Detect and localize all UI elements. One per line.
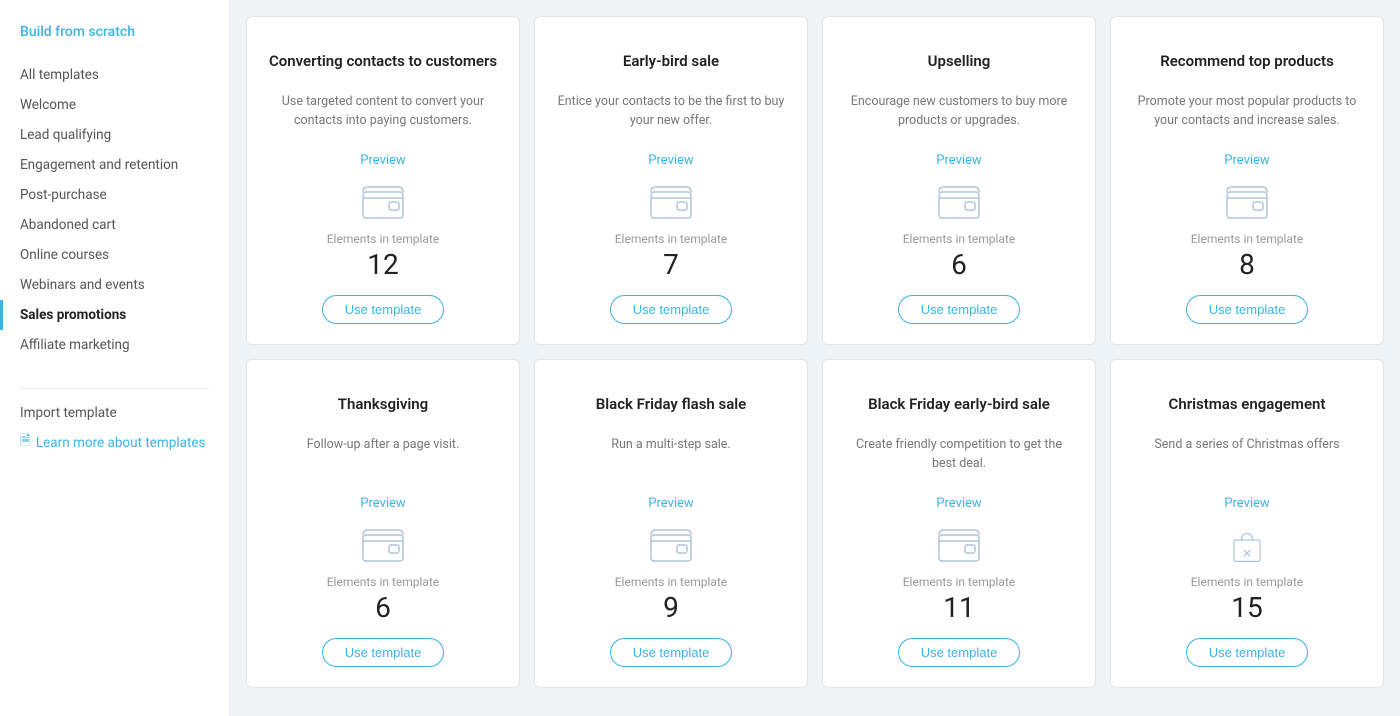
card-preview-link[interactable]: Preview <box>936 153 981 168</box>
card-elements-count: 6 <box>375 591 391 624</box>
card-preview-link[interactable]: Preview <box>1224 496 1269 511</box>
sidebar-nav-item[interactable]: Webinars and events <box>20 270 209 300</box>
card-title: Christmas engagement <box>1169 384 1326 426</box>
card-description: Follow-up after a page visit. <box>307 436 460 486</box>
card-elements-count: 9 <box>663 591 679 624</box>
sidebar-nav-item[interactable]: Abandoned cart <box>20 210 209 240</box>
use-template-button[interactable]: Use template <box>1186 295 1309 324</box>
page-layout: Build from scratch All templatesWelcomeL… <box>0 0 1400 716</box>
card-description: Send a series of Christmas offers <box>1154 436 1339 486</box>
card-title: Upselling <box>928 41 991 83</box>
card-description: Entice your contacts to be the first to … <box>555 93 787 143</box>
sidebar: Build from scratch All templatesWelcomeL… <box>0 0 230 716</box>
use-template-button[interactable]: Use template <box>610 295 733 324</box>
learn-more-text: Learn more about templates <box>36 435 206 451</box>
card-elements-label: Elements in template <box>615 232 728 246</box>
card-icon <box>647 182 695 222</box>
card-elements-label: Elements in template <box>903 232 1016 246</box>
card-elements-count: 11 <box>943 591 974 624</box>
template-card: Upselling Encourage new customers to buy… <box>822 16 1096 345</box>
card-icon <box>1223 525 1271 565</box>
sidebar-nav-item[interactable]: Engagement and retention <box>20 150 209 180</box>
card-description: Promote your most popular products to yo… <box>1131 93 1363 143</box>
sidebar-nav-item[interactable]: Lead qualifying <box>20 120 209 150</box>
sidebar-nav-item[interactable]: Welcome <box>20 90 209 120</box>
card-description: Run a multi-step sale. <box>611 436 730 486</box>
sidebar-nav: All templatesWelcomeLead qualifyingEngag… <box>20 60 209 360</box>
template-card: Christmas engagement Send a series of Ch… <box>1110 359 1384 688</box>
card-description: Use targeted content to convert your con… <box>267 93 499 143</box>
learn-more-link[interactable]: 🗎 Learn more about templates <box>20 431 209 454</box>
template-card: Converting contacts to customers Use tar… <box>246 16 520 345</box>
main-content: Converting contacts to customers Use tar… <box>230 0 1400 716</box>
use-template-button[interactable]: Use template <box>898 295 1021 324</box>
card-elements-count: 7 <box>663 248 679 281</box>
sidebar-nav-item[interactable]: Post-purchase <box>20 180 209 210</box>
card-icon <box>935 525 983 565</box>
card-description: Encourage new customers to buy more prod… <box>843 93 1075 143</box>
sidebar-nav-item[interactable]: Online courses <box>20 240 209 270</box>
build-from-scratch-link[interactable]: Build from scratch <box>20 24 209 40</box>
import-template-link[interactable]: Import template <box>20 405 209 421</box>
use-template-button[interactable]: Use template <box>322 295 445 324</box>
card-elements-label: Elements in template <box>327 232 440 246</box>
card-preview-link[interactable]: Preview <box>360 153 405 168</box>
card-icon <box>647 525 695 565</box>
template-card: Thanksgiving Follow-up after a page visi… <box>246 359 520 688</box>
template-card: Early-bird sale Entice your contacts to … <box>534 16 808 345</box>
card-preview-link[interactable]: Preview <box>648 153 693 168</box>
sidebar-nav-item[interactable]: Sales promotions <box>20 300 209 330</box>
card-description: Create friendly competition to get the b… <box>843 436 1075 486</box>
use-template-button[interactable]: Use template <box>1186 638 1309 667</box>
card-icon <box>1223 182 1271 222</box>
card-title: Thanksgiving <box>338 384 428 426</box>
use-template-button[interactable]: Use template <box>322 638 445 667</box>
sidebar-nav-item[interactable]: All templates <box>20 60 209 90</box>
sidebar-nav-item[interactable]: Affiliate marketing <box>20 330 209 360</box>
card-preview-link[interactable]: Preview <box>360 496 405 511</box>
sidebar-divider <box>20 388 209 389</box>
use-template-button[interactable]: Use template <box>898 638 1021 667</box>
card-elements-label: Elements in template <box>1191 232 1304 246</box>
card-elements-count: 15 <box>1231 591 1262 624</box>
card-title: Black Friday flash sale <box>596 384 747 426</box>
card-icon <box>359 182 407 222</box>
use-template-button[interactable]: Use template <box>610 638 733 667</box>
card-title: Recommend top products <box>1160 41 1334 83</box>
card-preview-link[interactable]: Preview <box>936 496 981 511</box>
template-card: Recommend top products Promote your most… <box>1110 16 1384 345</box>
card-preview-link[interactable]: Preview <box>1224 153 1269 168</box>
template-card: Black Friday early-bird sale Create frie… <box>822 359 1096 688</box>
card-title: Converting contacts to customers <box>269 41 497 83</box>
card-elements-label: Elements in template <box>327 575 440 589</box>
learn-more-icon: 🗎 <box>20 431 31 454</box>
card-elements-count: 6 <box>951 248 967 281</box>
cards-grid: Converting contacts to customers Use tar… <box>246 16 1384 688</box>
card-icon <box>359 525 407 565</box>
card-preview-link[interactable]: Preview <box>648 496 693 511</box>
card-icon <box>935 182 983 222</box>
card-title: Early-bird sale <box>623 41 719 83</box>
card-elements-label: Elements in template <box>615 575 728 589</box>
card-title: Black Friday early-bird sale <box>868 384 1050 426</box>
card-elements-count: 12 <box>367 248 398 281</box>
card-elements-count: 8 <box>1239 248 1255 281</box>
card-elements-label: Elements in template <box>1191 575 1304 589</box>
template-card: Black Friday flash sale Run a multi-step… <box>534 359 808 688</box>
card-elements-label: Elements in template <box>903 575 1016 589</box>
